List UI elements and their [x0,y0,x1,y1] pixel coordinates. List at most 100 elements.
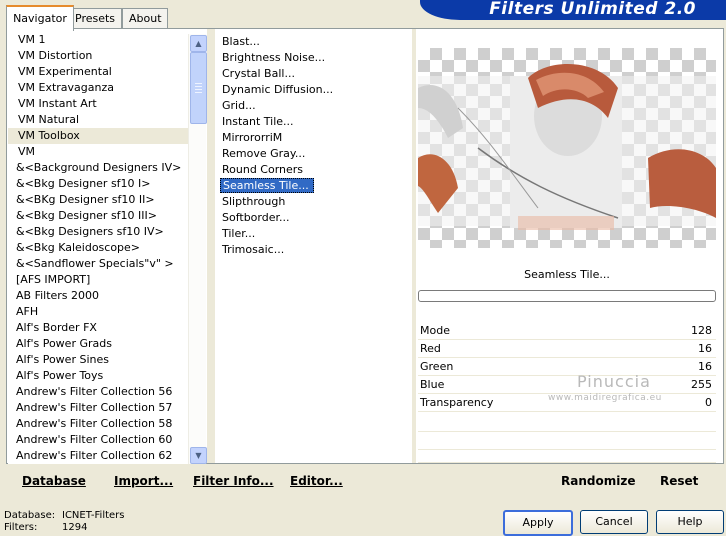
param-row-blue[interactable]: Blue 255 [418,376,716,394]
filter-item-label: Slipthrough [222,195,286,208]
category-item[interactable]: &<Sandflower Specials"v" > [8,256,188,272]
filter-item-label: Trimosaic... [222,243,285,256]
filter-item[interactable]: Round Corners [218,162,412,178]
randomize-button[interactable]: Randomize [561,474,635,488]
filter-item[interactable]: Slipthrough [218,194,412,210]
reset-button[interactable]: Reset [660,474,698,488]
category-item[interactable]: [AFS IMPORT] [8,272,188,288]
apply-button[interactable]: Apply [503,510,573,536]
category-item[interactable]: VM [8,144,188,160]
tab-presets[interactable]: Presets [68,8,122,29]
filter-item[interactable]: Remove Gray... [218,146,412,162]
category-item[interactable]: Andrew's Filter Collection 57 [8,400,188,416]
category-item[interactable]: VM Extravaganza [8,80,188,96]
scroll-thumb[interactable] [190,52,207,124]
filter-item[interactable]: Trimosaic... [218,242,412,258]
category-item[interactable]: VM Instant Art [8,96,188,112]
param-value: 255 [691,378,712,391]
filter-item[interactable]: MirrororriM [218,130,412,146]
param-row-empty [418,450,716,463]
param-row-green[interactable]: Green 16 [418,358,716,376]
preview-image [418,48,716,248]
category-item[interactable]: Andrew's Filter Collection 58 [8,416,188,432]
scroll-up-button[interactable]: ▲ [190,35,207,52]
preview-artwork [418,64,716,230]
tab-about[interactable]: About [122,8,168,29]
filter-item[interactable]: Tiler... [218,226,412,242]
watermark-name: Pinuccia [577,372,651,391]
category-scrollbar[interactable]: ▲ ▼ [188,34,207,464]
category-item[interactable]: Andrew's Filter Collection 60 [8,432,188,448]
filter-item-label: Tiler... [222,227,256,240]
editor-button[interactable]: Editor... [290,474,343,488]
list-divider [207,29,215,463]
filter-item-label: Seamless Tile... [220,178,314,193]
cancel-button[interactable]: Cancel [580,510,648,534]
category-item[interactable]: VM 1 [8,32,188,48]
category-item[interactable]: VM Distortion [8,48,188,64]
param-value: 16 [698,342,712,355]
param-label: Red [420,342,441,355]
app-title: Filters Unlimited 2.0 [489,0,696,19]
param-value: 128 [691,324,712,337]
filter-item-label: Crystal Ball... [222,67,295,80]
filter-item-label: Grid... [222,99,256,112]
param-row-empty [418,432,716,450]
scroll-down-button[interactable]: ▼ [190,447,207,464]
category-item[interactable]: AFH [8,304,188,320]
filter-item[interactable]: Dynamic Diffusion... [218,82,412,98]
preview-filter-name: Seamless Tile... [524,268,610,281]
param-row-empty [418,414,716,432]
category-item[interactable]: AB Filters 2000 [8,288,188,304]
param-label: Transparency [420,396,494,409]
param-label: Mode [420,324,450,337]
filter-item-label: Round Corners [222,163,304,176]
category-item[interactable]: VM Experimental [8,64,188,80]
param-row-mode[interactable]: Mode 128 [418,322,716,340]
param-label: Green [420,360,454,373]
category-list[interactable]: VM 1 VM Distortion VM Experimental VM Extra… [8,32,188,464]
category-item[interactable]: Alf's Power Grads [8,336,188,352]
category-item[interactable]: &<BKg Designer sf10 II> [8,192,188,208]
watermark-url: www.maidiregrafica.eu [548,393,662,403]
help-button[interactable]: Help [656,510,724,534]
category-item[interactable]: Alf's Power Toys [8,368,188,384]
progress-bar [418,290,716,302]
tab-navigator[interactable]: Navigator [6,5,74,31]
database-value: ICNET-Filters [62,510,125,521]
import-button[interactable]: Import... [114,474,173,488]
category-item[interactable]: &<Bkg Designers sf10 IV> [8,224,188,240]
filter-item[interactable]: Crystal Ball... [218,66,412,82]
filter-item-label: Remove Gray... [222,147,306,160]
category-item[interactable]: Alf's Power Sines [8,352,188,368]
category-item[interactable]: VM Toolbox [8,128,188,144]
database-button[interactable]: Database [22,474,86,488]
filter-item[interactable]: Blast... [218,34,412,50]
filter-item-label: Instant Tile... [222,115,294,128]
filter-item[interactable]: Brightness Noise... [218,50,412,66]
category-item[interactable]: Alf's Border FX [8,320,188,336]
filter-item[interactable]: Seamless Tile... [218,178,412,194]
param-label: Blue [420,378,445,391]
database-label: Database: [4,510,56,521]
filter-item[interactable]: Instant Tile... [218,114,412,130]
category-item[interactable]: &<Bkg Designer sf10 I> [8,176,188,192]
category-item[interactable]: &<Bkg Designer sf10 III> [8,208,188,224]
category-item[interactable]: Andrew's Filter Collection 62 [8,448,188,464]
filter-item[interactable]: Softborder... [218,210,412,226]
param-value: 16 [698,360,712,373]
category-item[interactable]: &<Background Designers IV> [8,160,188,176]
filter-item-label: MirrororriM [222,131,283,144]
filter-item[interactable]: Grid... [218,98,412,114]
preview-divider [412,29,416,463]
filter-item-label: Softborder... [222,211,290,224]
filter-list[interactable]: Blast... Brightness Noise... Crystal Ball.… [218,34,412,258]
category-item[interactable]: Andrew's Filter Collection 56 [8,384,188,400]
category-item[interactable]: VM Natural [8,112,188,128]
param-value: 0 [705,396,712,409]
filter-item-label: Brightness Noise... [222,51,326,64]
param-row-red[interactable]: Red 16 [418,340,716,358]
category-item[interactable]: &<Bkg Kaleidoscope> [8,240,188,256]
filter-info-button[interactable]: Filter Info... [193,474,274,488]
title-banner: Filters Unlimited 2.0 [420,0,726,20]
